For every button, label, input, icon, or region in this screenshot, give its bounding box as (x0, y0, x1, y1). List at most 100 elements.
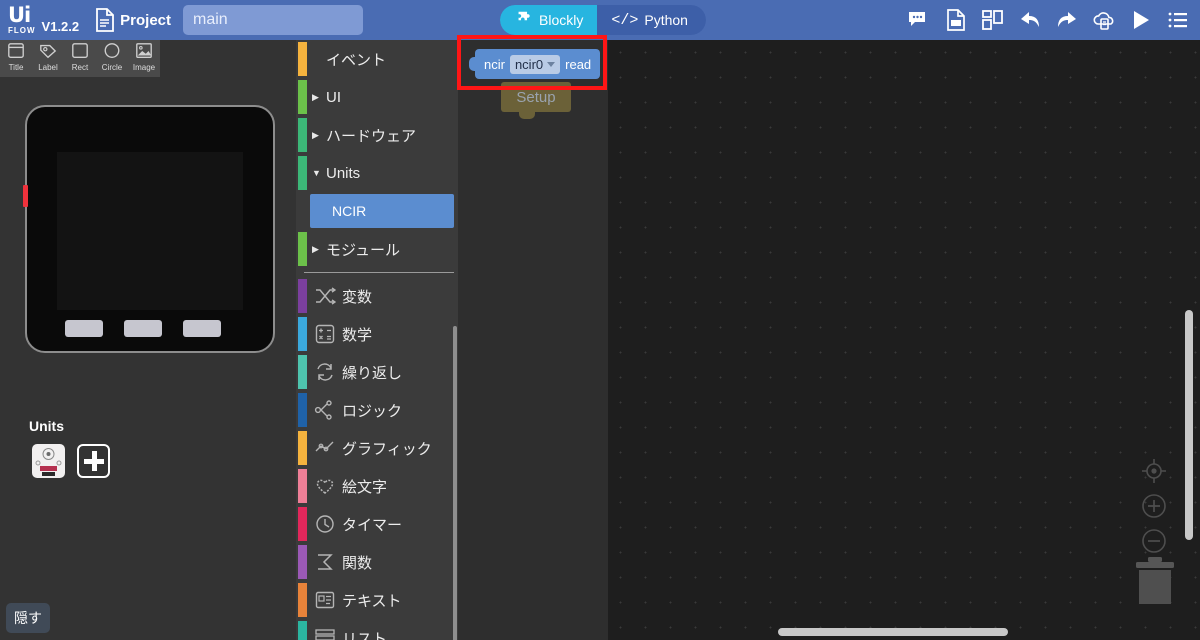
variables-icon (314, 285, 337, 307)
ncir-block-prefix: ncir (484, 56, 505, 72)
category-emoji[interactable]: 絵文字 (296, 467, 458, 505)
hide-panel-label: 隠す (14, 610, 42, 626)
tab-blockly-label: Blockly (539, 12, 584, 28)
top-header-bar: Ui FLOW V1.2.2 Project main Blockly </> … (0, 0, 1200, 40)
mode-tabs: Blockly </> Python (500, 5, 706, 35)
image-icon (133, 42, 155, 62)
category-list-label: リスト (342, 630, 388, 640)
redo-icon[interactable] (1055, 8, 1079, 32)
graphics-icon (314, 437, 336, 459)
shape-tool-circle[interactable]: Circle (96, 40, 128, 77)
category-loops[interactable]: 繰り返し (296, 353, 458, 391)
hide-panel-button[interactable]: 隠す (6, 603, 50, 633)
project-label: Project (120, 11, 171, 29)
category-modules-label: モジュール (326, 241, 400, 259)
category-list[interactable]: リスト (296, 619, 458, 640)
layout-icon[interactable] (981, 8, 1005, 32)
center-target-icon[interactable] (1141, 458, 1167, 489)
category-color-bar (298, 583, 307, 617)
label-icon (37, 42, 59, 62)
ncir-read-block[interactable]: ncir ncir0 read (468, 49, 601, 79)
ncir-instance-value: ncir0 (514, 56, 544, 72)
category-timer[interactable]: タイマー (296, 505, 458, 543)
category-hardware[interactable]: ▶ ハードウェア (296, 116, 458, 154)
canvas-scrollbar-horizontal[interactable] (778, 628, 1008, 636)
category-color-bar (298, 42, 307, 76)
chevron-down-icon: ▼ (312, 168, 321, 178)
category-tree: イベント ▶ UI ▶ ハードウェア ▼ Units NCIR ▶ モジュール (296, 40, 458, 640)
category-variables[interactable]: 変数 (296, 277, 458, 315)
category-text-label: テキスト (342, 592, 402, 610)
device-button-a[interactable] (65, 320, 103, 337)
category-color-bar (298, 317, 307, 351)
shape-toolbar: Title Label Rect Circle Image (0, 40, 160, 77)
menu-icon[interactable] (1166, 8, 1190, 32)
category-graphics-label: グラフィック (342, 440, 432, 458)
category-color-bar (298, 156, 307, 190)
device-button-b[interactable] (124, 320, 162, 337)
canvas-scrollbar-vertical[interactable] (1185, 310, 1193, 540)
category-units-label: Units (326, 164, 361, 182)
ncir-unit-icon[interactable] (32, 444, 65, 478)
emoji-icon (314, 475, 336, 497)
category-functions[interactable]: 関数 (296, 543, 458, 581)
project-name-input[interactable] (183, 5, 363, 35)
category-logic[interactable]: ロジック (296, 391, 458, 429)
header-tools (907, 0, 1190, 40)
uiflow-logo: Ui FLOW V1.2.2 (8, 4, 79, 35)
logo-subtext: FLOW (8, 25, 36, 35)
device-preview[interactable] (23, 105, 275, 353)
math-icon (314, 323, 336, 345)
category-color-bar (298, 279, 307, 313)
shape-tool-circle-label: Circle (101, 63, 123, 72)
shape-tool-label-label: Label (38, 63, 58, 72)
cloud-icon[interactable] (1092, 8, 1116, 32)
shape-tool-label[interactable]: Label (32, 40, 64, 77)
workspace-canvas[interactable] (608, 40, 1200, 640)
device-screen[interactable] (57, 152, 243, 310)
device-button-c[interactable] (183, 320, 221, 337)
category-color-bar (298, 232, 307, 266)
category-modules[interactable]: ▶ モジュール (296, 230, 458, 268)
ncir-instance-dropdown[interactable]: ncir0 (509, 54, 561, 74)
device-panel: Title Label Rect Circle Image Units 隠す (0, 40, 296, 640)
category-item-ncir[interactable]: NCIR (310, 194, 454, 228)
tab-blockly[interactable]: Blockly (500, 5, 598, 35)
category-graphics[interactable]: グラフィック (296, 429, 458, 467)
undo-icon[interactable] (1018, 8, 1042, 32)
units-section-title: Units (29, 418, 64, 434)
logic-icon (314, 399, 336, 421)
chevron-right-icon: ▶ (312, 129, 319, 140)
category-math[interactable]: 数学 (296, 315, 458, 353)
setup-block[interactable]: Setup (501, 82, 571, 119)
shape-tool-image[interactable]: Image (128, 40, 160, 77)
loop-icon (314, 361, 336, 383)
trash-icon[interactable] (1134, 553, 1176, 608)
shape-tool-rect[interactable]: Rect (64, 40, 96, 77)
run-icon[interactable] (1129, 8, 1153, 32)
shape-tool-rect-label: Rect (71, 63, 89, 72)
category-ui[interactable]: ▶ UI (296, 78, 458, 116)
setup-block-label: Setup (516, 88, 556, 106)
chat-icon[interactable] (907, 8, 931, 32)
project-group: Project (95, 5, 363, 35)
category-item-ncir-label: NCIR (332, 203, 367, 219)
category-color-bar (298, 393, 307, 427)
category-scrollbar[interactable] (453, 326, 457, 640)
category-emoji-label: 絵文字 (342, 478, 388, 496)
title-icon (5, 42, 27, 62)
shape-tool-title[interactable]: Title (0, 40, 32, 77)
category-events-label: イベント (326, 51, 387, 69)
category-units[interactable]: ▼ Units (296, 154, 458, 192)
text-icon (314, 589, 336, 611)
category-ui-label: UI (326, 88, 341, 106)
chevron-down-icon (547, 61, 556, 67)
category-events[interactable]: イベント (296, 40, 458, 78)
tab-python[interactable]: </> Python (597, 5, 706, 35)
block-flyout: Setup ncir ncir0 read (458, 40, 608, 640)
add-unit-button[interactable] (77, 444, 110, 478)
category-text[interactable]: テキスト (296, 581, 458, 619)
shape-tool-image-label: Image (132, 63, 156, 72)
zoom-in-icon[interactable] (1141, 493, 1167, 524)
file-icon[interactable] (944, 8, 968, 32)
